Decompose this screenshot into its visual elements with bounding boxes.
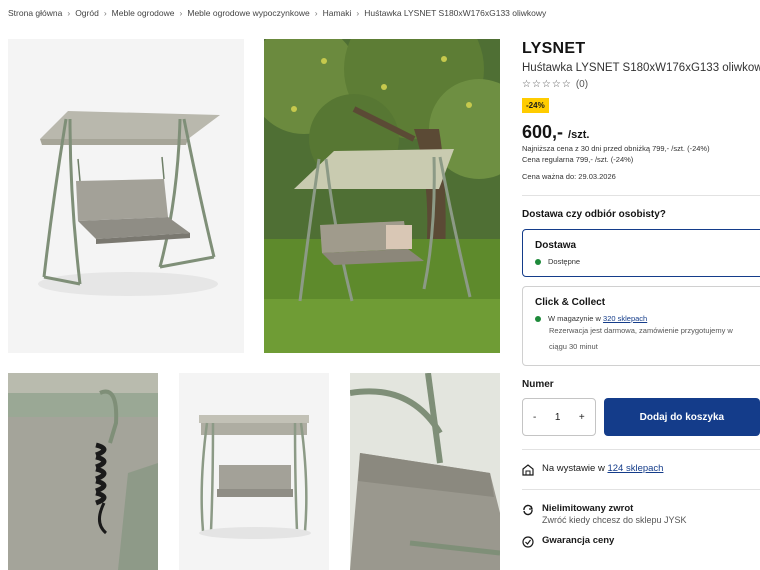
click-collect-title: Click & Collect: [535, 297, 606, 308]
product-brand: LYSNET: [522, 40, 586, 57]
breadcrumb-separator: ›: [67, 8, 71, 18]
divider: [522, 489, 760, 490]
product-image-main[interactable]: [8, 39, 244, 353]
breadcrumb-garden[interactable]: Ogród: [75, 8, 99, 18]
decrease-quantity-button[interactable]: -: [533, 412, 536, 423]
price-valid-until: Cena ważna do: 29.03.2026: [522, 172, 616, 181]
star-rating-icon: ☆☆☆☆☆: [522, 79, 572, 90]
product-image-hook[interactable]: [8, 373, 158, 570]
cushion-detail-photo: [350, 373, 500, 570]
front-view-photo: [179, 373, 329, 570]
stores-stock-link[interactable]: 320 sklepach: [603, 314, 647, 323]
product-image-front[interactable]: [179, 373, 329, 570]
breadcrumb-hammocks[interactable]: Hamaki: [323, 8, 352, 18]
display-stores-row: Na wystawie w 124 sklepach: [522, 463, 760, 476]
price-guarantee-row: Gwarancja ceny: [522, 535, 760, 548]
display-stores-link[interactable]: 124 sklepach: [607, 463, 663, 474]
stock-prefix: W magazynie w: [548, 314, 604, 323]
product-image-garden[interactable]: [264, 39, 500, 353]
price-value: 600,-: [522, 122, 564, 142]
divider: [522, 449, 760, 450]
garden-lifestyle-photo: [264, 39, 500, 353]
product-image-cushion[interactable]: [350, 373, 500, 570]
delivery-status-text: Dostępne: [548, 257, 581, 266]
price-guarantee-icon: [522, 536, 534, 548]
stock-text: W magazynie w 320 sklepach: [548, 314, 647, 323]
breadcrumb-lounge-furniture[interactable]: Meble ogrodowe wypoczynkowe: [187, 8, 309, 18]
delivery-question: Dostawa czy odbiór osobisty?: [522, 209, 666, 220]
delivery-option-title: Dostawa: [535, 240, 577, 251]
product-title: Huśtawka LYSNET S180xW176xG133 oliwkowy: [522, 62, 760, 74]
available-dot-icon: [535, 315, 541, 322]
returns-row: Nielimitowany zwrot Zwróć kiedy chcesz d…: [522, 503, 760, 525]
returns-subtitle: Zwróć kiedy chcesz do sklepu JYSK: [542, 515, 687, 525]
returns-text: Nielimitowany zwrot Zwróć kiedy chcesz d…: [542, 503, 687, 525]
product-info-panel: LYSNET Huśtawka LYSNET S180xW176xG133 ol…: [522, 40, 760, 548]
breadcrumb-separator: ›: [103, 8, 107, 18]
breadcrumb-separator: ›: [179, 8, 183, 18]
breadcrumb-separator: ›: [356, 8, 360, 18]
available-dot-icon: [535, 258, 541, 265]
lowest-price-note: Najniższa cena z 30 dni przed obniżką 79…: [522, 144, 710, 153]
reservation-note-line1: Rezerwacja jest darmowa, zamówienie przy…: [549, 326, 733, 335]
rating-row[interactable]: ☆☆☆☆☆ (0): [522, 79, 760, 90]
swing-product-photo: [8, 39, 244, 353]
breadcrumb: Strona główna › Ogród › Meble ogrodowe › Meble…: [8, 8, 546, 18]
return-icon: [523, 504, 533, 516]
display-prefix: Na wystawie w: [542, 463, 608, 474]
breadcrumb-current: Huśtawka LYSNET S180xW176xG133 oliwkowy: [364, 8, 547, 18]
price-row: 600,- /szt.: [522, 122, 760, 143]
review-count: (0): [575, 79, 589, 90]
reservation-note-line2: ciągu 30 minut: [549, 342, 598, 351]
click-collect-option[interactable]: Click & Collect W magazynie w 320 sklepa…: [522, 286, 760, 366]
cart-row: - 1 + Dodaj do koszyka: [522, 398, 760, 436]
regular-price-note: Cena regularna 799,- /szt. (-24%): [522, 155, 634, 164]
returns-title: Nielimitowany zwrot: [542, 503, 634, 514]
price-guarantee-title: Gwarancja ceny: [542, 535, 615, 546]
display-text: Na wystawie w 124 sklepach: [542, 463, 663, 474]
store-icon: [522, 464, 534, 476]
increase-quantity-button[interactable]: +: [579, 412, 585, 423]
quantity-stepper[interactable]: - 1 +: [522, 398, 596, 436]
breadcrumb-home[interactable]: Strona główna: [8, 8, 62, 18]
divider: [522, 195, 760, 196]
hook-detail-photo: [8, 373, 158, 570]
click-collect-status: W magazynie w 320 sklepach: [535, 314, 755, 323]
delivery-option[interactable]: Dostawa Dostępne: [522, 229, 760, 277]
price-unit: /szt.: [568, 129, 590, 141]
quantity-value[interactable]: 1: [555, 412, 561, 423]
breadcrumb-separator: ›: [314, 8, 318, 18]
discount-badge: -24%: [522, 98, 549, 113]
delivery-status: Dostępne: [535, 257, 755, 266]
breadcrumb-garden-furniture[interactable]: Meble ogrodowe: [112, 8, 175, 18]
add-to-cart-button[interactable]: Dodaj do koszyka: [603, 398, 760, 436]
quantity-label: Numer: [522, 379, 554, 390]
